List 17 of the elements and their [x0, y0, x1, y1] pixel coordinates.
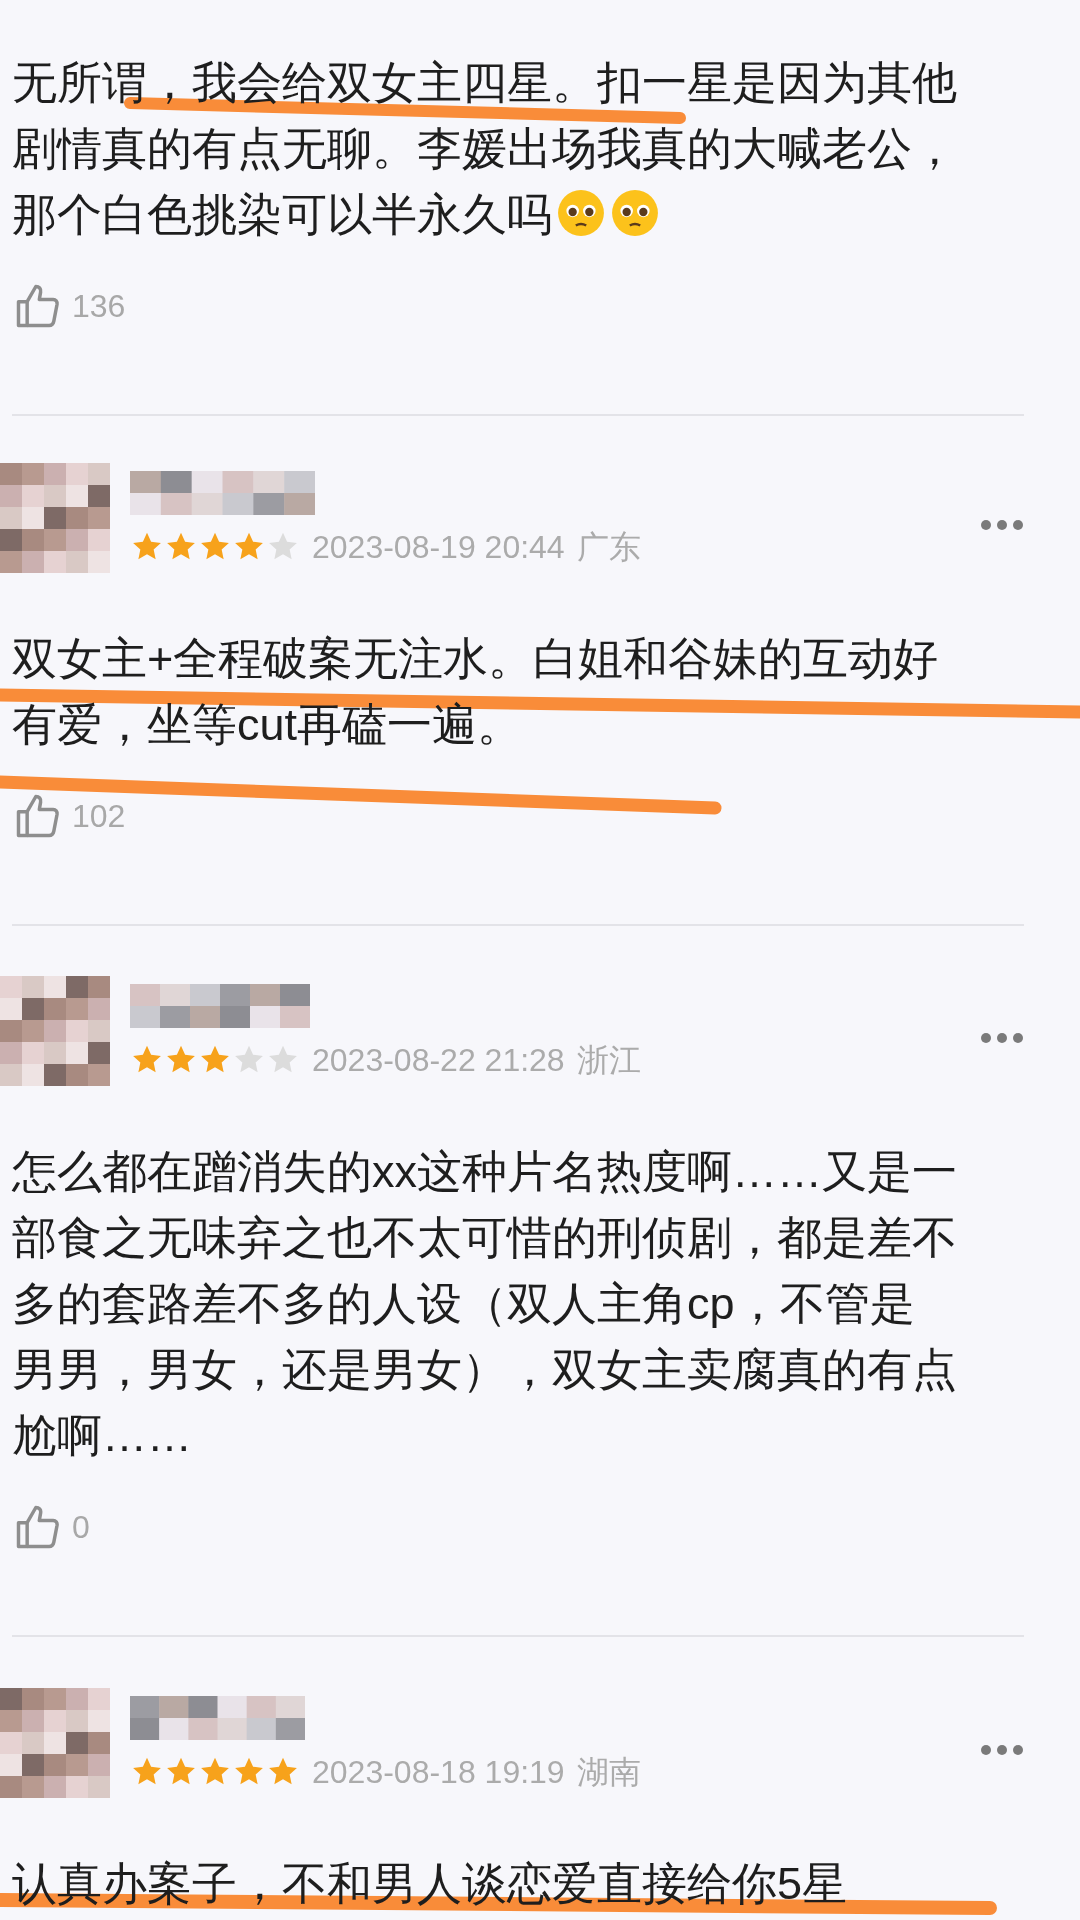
review-time: 2023-08-19 20:44 — [312, 528, 565, 567]
review-text: 无所谓，我会给双女主四星。扣一星是因为其他 剧情真的有点无聊。李媛出场我真的大喊老公， 那个白色挑染可以半永久吗 — [11, 56, 958, 242]
more-icon[interactable] — [980, 1032, 1024, 1044]
like-count: 0 — [72, 1508, 90, 1547]
like-count: 102 — [72, 797, 126, 836]
more-icon[interactable] — [980, 1744, 1024, 1756]
pleading-face-icon — [610, 188, 660, 238]
review-region: 广东 — [576, 528, 641, 567]
review-time: 2023-08-22 21:28 — [312, 1041, 565, 1080]
review-region: 浙江 — [576, 1041, 641, 1080]
more-icon[interactable] — [980, 519, 1024, 531]
pleading-face-icon — [556, 188, 606, 238]
review-time: 2023-08-18 19:19 — [312, 1753, 565, 1792]
review-region: 湖南 — [576, 1753, 641, 1792]
review-text: 怎么都在蹭消失的xx这种片名热度啊……又是一 部食之无味弃之也不太可惜的刑侦剧，都是差不 多的套路差不多的人设（双人主角cp，不管是 男男，男女，还是男女），双女主卖腐真的有点 尬啊…… — [11, 1145, 958, 1463]
like-count: 136 — [72, 287, 126, 326]
review-text: 双女主+全程破案无注水。白姐和谷妹的互动好 有爱，坐等cut再磕一遍。 — [11, 632, 940, 752]
